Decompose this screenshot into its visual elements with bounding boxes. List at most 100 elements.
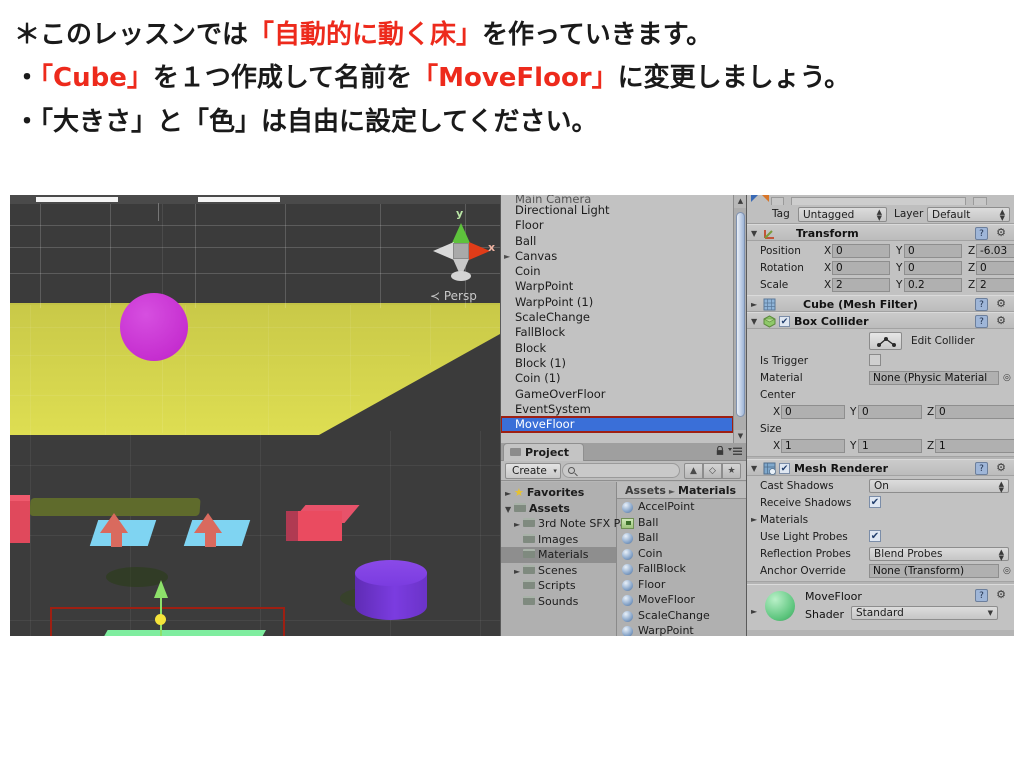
chevron-down-icon[interactable]: ▼: [751, 229, 757, 238]
filter-by-type-icon[interactable]: ▲: [684, 463, 703, 479]
toolbar-field-1[interactable]: [36, 197, 118, 202]
toolbar-field-2[interactable]: [198, 197, 280, 202]
hierarchy-scrollbar[interactable]: ▲ ▼: [733, 195, 747, 443]
position-z-input[interactable]: -6.03: [976, 244, 1014, 258]
breadcrumb-root[interactable]: Assets: [625, 484, 666, 497]
project-tree-item-materials[interactable]: ►Materials: [501, 547, 616, 563]
chevron-right-icon[interactable]: ►: [751, 515, 757, 524]
project-search-input[interactable]: [562, 463, 680, 478]
object-picker-icon[interactable]: ◎: [1003, 566, 1011, 576]
layer-dropdown[interactable]: Default ▲ ▼: [927, 207, 1010, 222]
materials-row[interactable]: ► Materials: [747, 511, 1014, 528]
gizmo-y-arrow-icon[interactable]: [154, 580, 168, 598]
help-icon[interactable]: ?: [975, 315, 988, 328]
scene-red-cube[interactable]: [10, 501, 30, 543]
reflection-probes-dropdown[interactable]: Blend Probes ▲ ▼: [869, 547, 1009, 562]
mesh-renderer-component-header[interactable]: ▼ ✔ Mesh Renderer ? ⚙: [747, 459, 1014, 476]
scale-x-input[interactable]: 2: [832, 278, 890, 292]
chevron-right-icon[interactable]: ►: [514, 517, 523, 533]
project-folder-tree[interactable]: ►★Favorites▼Assets►3rd Note SFX Pa►Image…: [501, 482, 627, 636]
chevron-right-icon[interactable]: ►: [514, 564, 523, 580]
hierarchy-item-gameoverfloor[interactable]: GameOverFloor: [501, 387, 733, 402]
mesh-filter-component-header[interactable]: ► Cube (Mesh Filter) ? ⚙: [747, 295, 1014, 312]
panel-menu-icon[interactable]: [728, 447, 742, 456]
lock-icon[interactable]: [716, 446, 724, 455]
scene-pink-cube[interactable]: [298, 511, 342, 541]
use-light-probes-checkbox[interactable]: ✔: [869, 530, 881, 542]
position-y-input[interactable]: 0: [904, 244, 962, 258]
center-y-input[interactable]: 0: [858, 405, 922, 419]
asset-item-fallblock[interactable]: FallBlock: [617, 561, 746, 577]
gizmo-center-handle[interactable]: [155, 614, 166, 625]
hierarchy-item-directional-light[interactable]: Directional Light: [501, 203, 733, 218]
asset-item-accelpoint[interactable]: AccelPoint: [617, 499, 746, 515]
transform-component-header[interactable]: ▼ Transform ? ⚙: [747, 224, 1014, 241]
box-collider-enabled-checkbox[interactable]: ✔: [779, 316, 790, 327]
edit-collider-button[interactable]: [869, 332, 902, 350]
hierarchy-item-ball[interactable]: Ball: [501, 234, 733, 249]
hierarchy-item-floor[interactable]: Floor: [501, 218, 733, 233]
help-icon[interactable]: ?: [975, 227, 988, 240]
axis-gizmo-center[interactable]: [453, 243, 469, 259]
hierarchy-item-main-camera[interactable]: Main Camera: [501, 195, 733, 203]
chevron-down-icon[interactable]: ▼: [505, 502, 514, 518]
anchor-override-field[interactable]: None (Transform): [869, 564, 999, 578]
project-asset-list[interactable]: Assets ► Materials AccelPoint Ball Ball Coin F…: [617, 482, 746, 636]
chevron-right-icon[interactable]: ►: [505, 486, 514, 502]
hierarchy-item-fallblock[interactable]: FallBlock: [501, 325, 733, 340]
scene-axis-gizmo[interactable]: y x ≺ Persp: [425, 203, 497, 303]
asset-item-ball[interactable]: Ball: [617, 515, 746, 531]
axis-gizmo-y-cone-icon[interactable]: [452, 223, 470, 243]
hierarchy-item-coin-1[interactable]: Coin (1): [501, 371, 733, 386]
size-y-input[interactable]: 1: [858, 439, 922, 453]
asset-rows[interactable]: AccelPoint Ball Ball Coin FallBlock Floor Move…: [617, 499, 746, 636]
help-icon[interactable]: ?: [975, 589, 988, 602]
rotation-z-input[interactable]: 0: [976, 261, 1014, 275]
hierarchy-item-block[interactable]: Block: [501, 341, 733, 356]
rotation-y-input[interactable]: 0: [904, 261, 962, 275]
chevron-right-icon[interactable]: ►: [504, 249, 513, 264]
gear-icon[interactable]: ⚙: [994, 315, 1008, 328]
filter-by-label-icon[interactable]: ◇: [703, 463, 722, 479]
hierarchy-item-canvas[interactable]: ► Canvas: [501, 249, 733, 264]
hierarchy-item-eventsystem[interactable]: EventSystem: [501, 402, 733, 417]
project-tree-item-sounds[interactable]: ►Sounds: [501, 594, 616, 610]
project-tree-item-assets[interactable]: ▼ Assets: [501, 501, 616, 517]
asset-item-movefloor[interactable]: MoveFloor: [617, 592, 746, 608]
tag-dropdown[interactable]: Untagged ▲ ▼: [798, 207, 887, 222]
mesh-renderer-enabled-checkbox[interactable]: ✔: [779, 463, 790, 474]
asset-item-floor[interactable]: Floor: [617, 577, 746, 593]
scene-ball-object[interactable]: [120, 293, 188, 361]
center-x-input[interactable]: 0: [781, 405, 845, 419]
hierarchy-item-warppoint[interactable]: WarpPoint: [501, 279, 733, 294]
projection-mode-label[interactable]: ≺ Persp: [430, 289, 477, 303]
gear-icon[interactable]: ⚙: [994, 589, 1008, 602]
scene-view[interactable]: y x ≺ Persp: [10, 195, 500, 636]
asset-item-scalechange[interactable]: ScaleChange: [617, 608, 746, 624]
scale-y-input[interactable]: 0.2: [904, 278, 962, 292]
create-button[interactable]: Create: [505, 463, 561, 479]
project-tree-item-images[interactable]: ►Images: [501, 532, 616, 548]
hierarchy-item-coin[interactable]: Coin: [501, 264, 733, 279]
project-tree-item-3rd-note-sfx-pa[interactable]: ► 3rd Note SFX Pa: [501, 516, 627, 533]
gear-icon[interactable]: ⚙: [994, 462, 1008, 475]
scrollbar-thumb[interactable]: [736, 212, 745, 417]
help-icon[interactable]: ?: [975, 298, 988, 311]
asset-item-ball[interactable]: Ball: [617, 530, 746, 546]
tab-project[interactable]: Project: [503, 443, 585, 461]
receive-shadows-checkbox[interactable]: ✔: [869, 496, 881, 508]
shader-dropdown[interactable]: Standard ▼: [851, 606, 998, 620]
hierarchy-item-warppoint-1[interactable]: WarpPoint (1): [501, 295, 733, 310]
size-z-input[interactable]: 1: [935, 439, 1014, 453]
gear-icon[interactable]: ⚙: [994, 298, 1008, 311]
axis-gizmo-x-cone-icon[interactable]: [469, 242, 490, 260]
hierarchy-item-movefloor[interactable]: MoveFloor: [501, 416, 733, 434]
chevron-right-icon[interactable]: ►: [751, 300, 757, 309]
favorite-star-icon[interactable]: ★: [722, 463, 741, 479]
hierarchy-list[interactable]: Main Camera Directional Light Floor Ball ► Ca…: [501, 195, 733, 443]
box-collider-component-header[interactable]: ▼ ✔ Box Collider ? ⚙: [747, 312, 1014, 329]
rotation-x-input[interactable]: 0: [832, 261, 890, 275]
hierarchy-item-scalechange[interactable]: ScaleChange: [501, 310, 733, 325]
asset-item-warppoint[interactable]: WarpPoint: [617, 623, 746, 636]
asset-item-coin[interactable]: Coin: [617, 546, 746, 562]
